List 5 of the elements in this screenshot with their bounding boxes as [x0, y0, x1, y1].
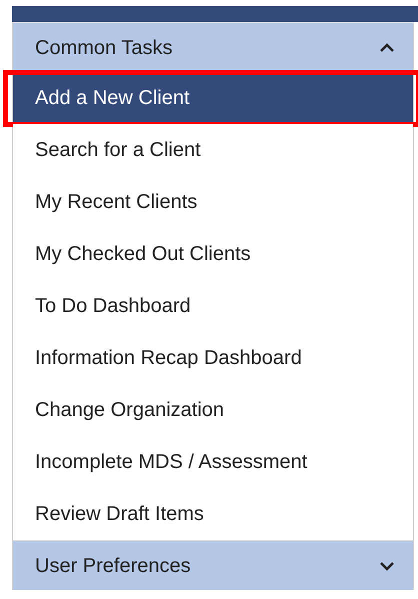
menu-item[interactable]: Add a New Client	[13, 72, 413, 124]
section-header[interactable]: Common Tasks	[13, 22, 413, 72]
section-header[interactable]: User Preferences	[13, 540, 413, 590]
chevron-up-icon	[379, 42, 395, 52]
chevron-down-icon	[379, 560, 395, 570]
